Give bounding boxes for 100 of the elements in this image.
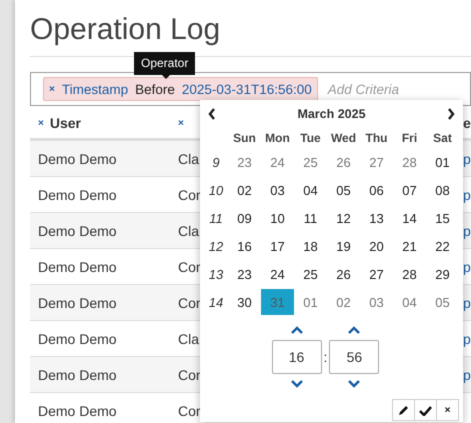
table-link[interactable]: p [463, 186, 471, 202]
day-cell[interactable]: 22 [426, 233, 459, 259]
day-cell[interactable]: 03 [261, 177, 294, 203]
day-cell[interactable]: 01 [294, 289, 327, 315]
table-cell: Cor [178, 186, 201, 202]
table-cell: Demo Demo [38, 402, 117, 418]
day-cell[interactable]: 02 [228, 177, 261, 203]
remove-column-button[interactable]: × [38, 118, 44, 128]
week-number: 11 [209, 210, 223, 226]
pencil-icon [398, 404, 410, 416]
minute-up-icon[interactable] [348, 326, 360, 334]
column-header[interactable]: User [50, 115, 81, 131]
day-cell[interactable]: 27 [360, 261, 393, 287]
minute-down-icon[interactable] [348, 380, 360, 388]
table-link[interactable]: p [463, 294, 471, 310]
day-cell[interactable]: 30 [228, 289, 261, 315]
weekday-label: Sun [233, 131, 256, 145]
time-separator: : [324, 349, 328, 365]
table-link[interactable]: p [463, 330, 471, 346]
field-link[interactable]: Timestamp [62, 82, 128, 96]
week-number: 13 [208, 266, 224, 282]
table-cell: Cla [178, 222, 200, 238]
day-cell[interactable]: 15 [426, 205, 459, 231]
table-cell: Cor [178, 402, 201, 418]
day-cell[interactable]: 20 [360, 233, 393, 259]
day-cell[interactable]: 13 [360, 205, 393, 231]
day-cell[interactable]: 10 [261, 205, 294, 231]
month-label: March 2025 [297, 107, 366, 121]
hour-field[interactable]: 16 [272, 340, 322, 374]
tooltip-arrow [161, 74, 171, 79]
operator-text[interactable]: Before [135, 82, 175, 96]
table-cell: Cla [178, 330, 200, 346]
day-cell[interactable]: 25 [294, 261, 327, 287]
day-cell[interactable]: 29 [426, 261, 459, 287]
edit-button[interactable] [392, 399, 415, 421]
next-month-icon[interactable] [446, 108, 455, 120]
tooltip: Operator [134, 52, 196, 75]
weekday-label: Thu [366, 131, 388, 145]
table-cell: Demo Demo [38, 186, 117, 202]
remove-column-button[interactable]: × [178, 118, 184, 128]
day-cell[interactable]: 02 [327, 289, 360, 315]
day-cell[interactable]: 07 [393, 177, 426, 203]
previous-month-icon[interactable] [208, 108, 216, 120]
week-number: 10 [208, 182, 224, 198]
day-cell[interactable]: 21 [393, 233, 426, 259]
table-cell: Demo Demo [38, 150, 117, 166]
week-number: 14 [208, 294, 224, 310]
weekday-label: Wed [330, 131, 356, 145]
minute-field[interactable]: 56 [329, 340, 380, 374]
day-cell[interactable]: 28 [393, 149, 426, 175]
hour-down-icon[interactable] [290, 380, 303, 388]
day-cell[interactable]: 16 [228, 233, 261, 259]
day-cell[interactable]: 05 [426, 289, 459, 315]
table-cell: Cla [178, 150, 200, 166]
day-cell[interactable]: 17 [261, 233, 294, 259]
day-cell[interactable]: 12 [327, 205, 360, 231]
day-cell[interactable]: 23 [228, 261, 261, 287]
week-number: 9 [212, 154, 220, 170]
day-cell[interactable]: 23 [228, 149, 261, 175]
week-number: 12 [208, 238, 224, 254]
day-cell[interactable]: 26 [327, 261, 360, 287]
day-cell[interactable]: 18 [294, 233, 327, 259]
day-cell[interactable]: 05 [327, 177, 360, 203]
close-button[interactable]: × [436, 399, 459, 421]
check-icon [419, 404, 432, 416]
filter-chip[interactable]: × Timestamp Before 2025-03-31T16:56:00 [43, 77, 318, 101]
table-cell: Demo Demo [38, 222, 117, 238]
table-cell: Demo Demo [38, 330, 117, 346]
day-cell[interactable]: 08 [426, 177, 459, 203]
day-cell[interactable]: 27 [360, 149, 393, 175]
remove-filter-button[interactable]: × [49, 84, 55, 94]
table-link[interactable]: p [463, 366, 471, 382]
confirm-button[interactable] [414, 399, 437, 421]
table-link[interactable]: p [463, 222, 471, 238]
table-link[interactable]: p [463, 150, 471, 166]
day-cell[interactable]: 03 [360, 289, 393, 315]
value-link[interactable]: 2025-03-31T16:56:00 [182, 82, 312, 96]
day-cell[interactable]: 14 [393, 205, 426, 231]
table-cell: Cor [178, 294, 201, 310]
weekday-label: Sat [433, 131, 452, 145]
day-cell[interactable]: 26 [327, 149, 360, 175]
hour-up-icon[interactable] [290, 326, 303, 334]
table-link[interactable]: p [463, 258, 471, 274]
day-cell[interactable]: 28 [393, 261, 426, 287]
day-cell[interactable]: 09 [228, 205, 261, 231]
day-cell[interactable]: 24 [261, 149, 294, 175]
day-cell[interactable]: 04 [294, 177, 327, 203]
column-header[interactable]: e [463, 115, 471, 131]
weekday-label: Fri [402, 131, 418, 145]
weekday-label: Tue [300, 131, 321, 145]
day-cell[interactable]: 25 [294, 149, 327, 175]
day-cell[interactable]: 04 [393, 289, 426, 315]
day-cell[interactable]: 24 [261, 261, 294, 287]
page-title: Operation Log [30, 12, 220, 48]
day-cell[interactable]: 01 [426, 149, 459, 175]
day-cell[interactable]: 11 [294, 205, 327, 231]
day-cell[interactable]: 06 [360, 177, 393, 203]
table-cell: Demo Demo [38, 366, 117, 382]
weekday-label: Mon [265, 131, 290, 145]
day-cell[interactable]: 19 [327, 233, 360, 259]
